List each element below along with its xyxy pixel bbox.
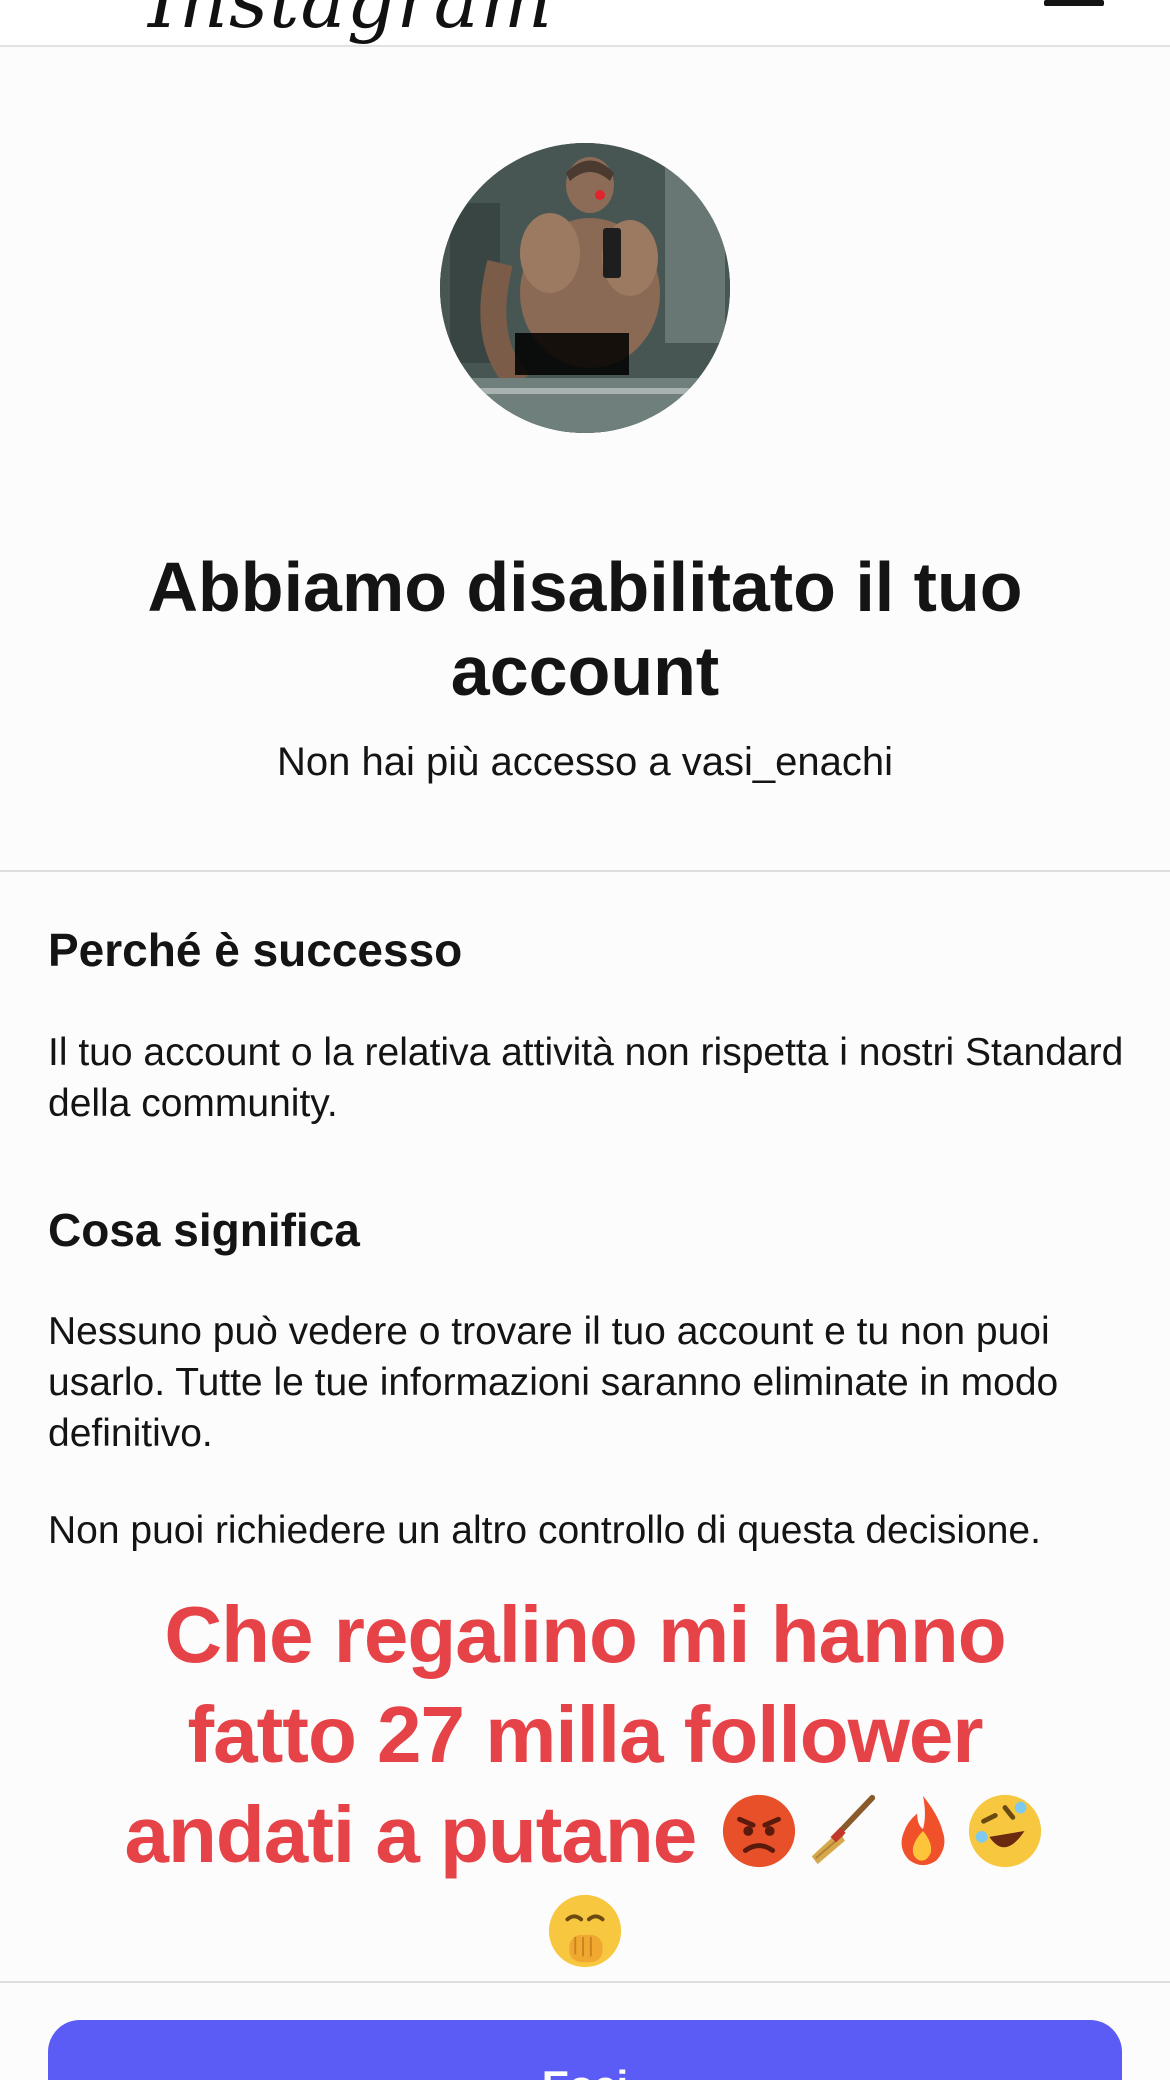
caption-line-4 [70, 1885, 1100, 1985]
face-with-hand-over-mouth-icon [546, 1892, 624, 1970]
menu-icon[interactable] [1044, 0, 1104, 6]
meaning-body: Nessuno può vedere o trovare il tuo acco… [48, 1310, 1059, 1455]
section-divider [0, 870, 1170, 872]
review-note: Non puoi richiedere un altro controllo d… [48, 1509, 1041, 1552]
top-bar: Instagram [0, 0, 1170, 47]
rolling-laughing-icon [966, 1792, 1044, 1870]
fire-icon [884, 1792, 962, 1870]
why-heading: Perché è successo [48, 924, 463, 976]
footer-divider [0, 1981, 1170, 1983]
caption-line-3: andati a putane [124, 1790, 698, 1879]
caption-line-2: fatto 27 milla follower [187, 1690, 984, 1779]
overlay-caption: Che regalino mi hanno fatto 27 milla fol… [70, 1585, 1100, 1985]
profile-avatar [440, 143, 730, 433]
caption-line-1: Che regalino mi hanno [164, 1590, 1006, 1679]
broom-icon [802, 1792, 880, 1870]
account-status-subtitle: Non hai più accesso a vasi_enachi [277, 740, 893, 784]
caption-line-3-wrap: andati a putane [70, 1785, 1100, 1885]
exit-button[interactable]: Esci [48, 2020, 1122, 2080]
angry-face-icon [720, 1792, 798, 1870]
page-title: Abbiamo disabilitato il tuo account [147, 548, 1023, 710]
instagram-logo[interactable]: Instagram [148, 0, 553, 45]
meaning-heading: Cosa significa [48, 1204, 360, 1256]
why-body: Il tuo account o la relativa attività no… [48, 1031, 1124, 1125]
